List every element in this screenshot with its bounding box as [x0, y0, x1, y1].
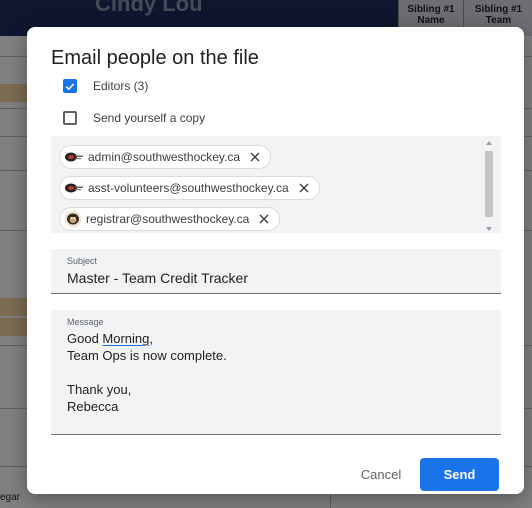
message-label: Message [67, 317, 104, 327]
team-logo-icon [64, 150, 84, 164]
recipients-scrollbar[interactable] [482, 141, 496, 231]
recipient-chip[interactable]: admin@southwesthockey.ca [59, 145, 272, 169]
recipients-field[interactable]: admin@southwesthockey.ca asst-volunteers… [51, 136, 501, 233]
message-line: Good Morning, [67, 331, 154, 346]
editors-checkbox[interactable] [63, 79, 77, 93]
message-line: Team Ops is now complete. [67, 348, 227, 363]
subject-label: Subject [67, 256, 98, 266]
message-line: Thank you, [67, 382, 132, 397]
recipient-email: admin@southwesthockey.ca [88, 150, 241, 164]
scrollbar-thumb[interactable] [485, 151, 493, 217]
editors-checkbox-row[interactable]: Editors (3) [63, 77, 148, 95]
subject-field[interactable]: Subject Master - Team Credit Tracker [51, 249, 501, 294]
recipient-chip[interactable]: registrar@southwesthockey.ca [59, 207, 281, 231]
subject-input[interactable]: Master - Team Credit Tracker [67, 270, 248, 286]
cancel-button[interactable]: Cancel [353, 460, 409, 490]
message-textarea[interactable]: Good Morning, Team Ops is now complete. Th… [67, 330, 227, 415]
message-line [67, 364, 227, 381]
send-button[interactable]: Send [420, 458, 499, 491]
send-copy-checkbox[interactable] [63, 111, 77, 125]
recipient-email: asst-volunteers@southwesthockey.ca [88, 181, 289, 195]
email-dialog: Email people on the file Editors (3) Sen… [27, 27, 524, 494]
close-icon[interactable] [250, 152, 260, 162]
recipient-email: registrar@southwesthockey.ca [86, 212, 250, 226]
dialog-title: Email people on the file [51, 47, 259, 69]
checkmark-icon [65, 82, 75, 90]
recipient-chip[interactable]: asst-volunteers@southwesthockey.ca [59, 176, 320, 200]
profile-photo-icon [64, 210, 82, 228]
scroll-down-arrow-icon[interactable] [486, 227, 492, 231]
message-line: Rebecca [67, 399, 119, 414]
message-field[interactable]: Message Good Morning, Team Ops is now com… [51, 310, 501, 435]
send-copy-checkbox-row[interactable]: Send yourself a copy [63, 109, 205, 127]
scroll-up-arrow-icon[interactable] [486, 141, 492, 145]
close-icon[interactable] [259, 214, 269, 224]
send-copy-label: Send yourself a copy [93, 111, 206, 125]
editors-label: Editors (3) [93, 79, 149, 93]
team-logo-icon [64, 181, 84, 195]
close-icon[interactable] [299, 183, 309, 193]
